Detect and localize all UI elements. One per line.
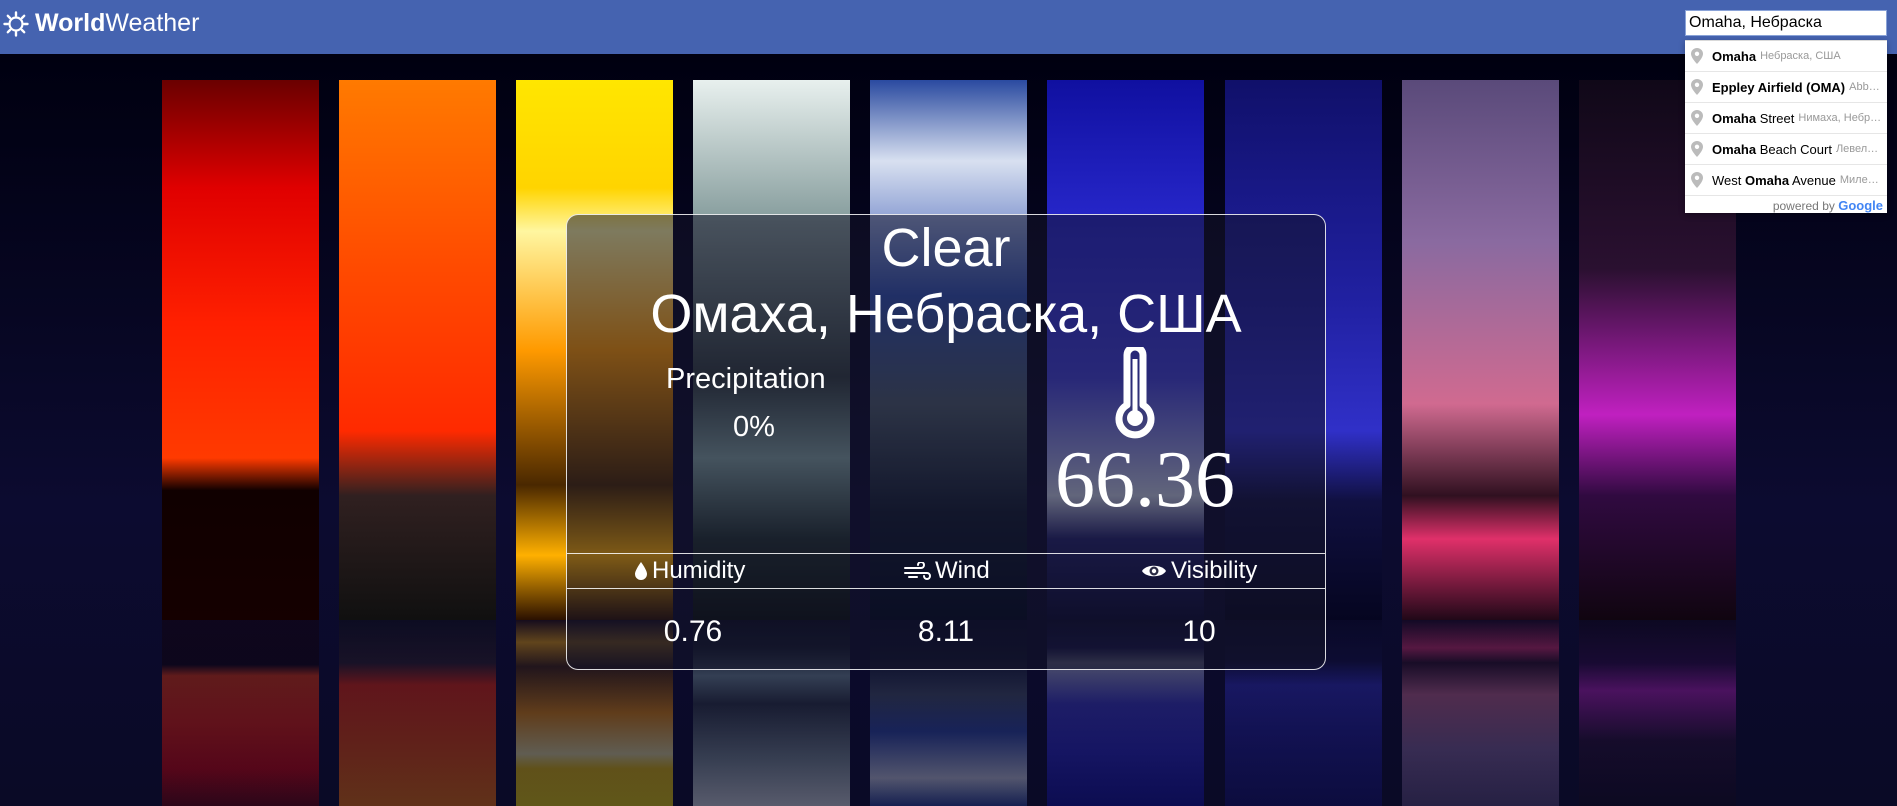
background-reflection	[1402, 620, 1559, 806]
background-reflection	[1579, 620, 1736, 806]
autocomplete-item[interactable]: Eppley Airfield (OMA) Abb…	[1685, 72, 1887, 103]
brand-name-bold: World	[35, 9, 106, 37]
item-secondary: Abb…	[1849, 81, 1880, 93]
item-main-prefix: West	[1712, 172, 1745, 188]
map-pin-icon	[1691, 110, 1703, 126]
wind-header: Wind	[903, 557, 990, 585]
humidity-label: Humidity	[652, 557, 746, 584]
background-reflection	[162, 620, 319, 806]
map-pin-icon	[1691, 79, 1703, 95]
navbar: World Weather	[0, 0, 1897, 54]
map-pin-icon	[1691, 172, 1703, 188]
map-pin-icon	[1691, 48, 1703, 64]
sun-icon	[3, 10, 29, 37]
item-main-rest: Street	[1756, 110, 1795, 126]
location-name: Омаха, Небраска, США	[650, 284, 1242, 344]
autocomplete-dropdown: Omaha Небраска, США Eppley Airfield (OMA…	[1685, 40, 1887, 213]
item-secondary: Миле…	[1839, 174, 1879, 186]
visibility-header: Visibility	[1141, 557, 1257, 585]
item-main-bold: Eppley Airfield (OMA)	[1712, 79, 1846, 95]
background-strip	[1402, 80, 1559, 620]
item-main-bold: Omaha	[1712, 48, 1757, 64]
autocomplete-item[interactable]: Omaha Небраска, США	[1685, 41, 1887, 72]
item-main-rest: Avenue	[1789, 172, 1836, 188]
item-secondary: Нимаха, Небр…	[1798, 112, 1882, 124]
metrics-header: Humidity Wind Visibility	[567, 553, 1325, 589]
autocomplete-item[interactable]: Omaha Beach Court Левел…	[1685, 134, 1887, 165]
temperature-value: 66.36	[1055, 436, 1235, 524]
item-main-bold: Omaha	[1712, 110, 1757, 126]
powered-by-google: powered by Google	[1685, 196, 1887, 216]
item-main-bold: Omaha	[1745, 172, 1790, 188]
humidity-header: Humidity	[634, 557, 745, 585]
powered-by-text: powered by	[1772, 199, 1835, 213]
precipitation-label: Precipitation	[666, 363, 826, 395]
item-secondary: Левел…	[1835, 143, 1879, 155]
google-logo: Google	[1838, 198, 1883, 213]
visibility-label: Visibility	[1171, 557, 1258, 584]
brand-logo[interactable]: World Weather	[3, 9, 199, 38]
autocomplete-item[interactable]: West Omaha Avenue Миле…	[1685, 165, 1887, 196]
precipitation-value: 0%	[733, 411, 775, 443]
item-main-bold: Omaha	[1712, 141, 1757, 157]
humidity-value: 0.76	[663, 615, 723, 648]
wind-icon	[904, 562, 931, 580]
autocomplete-item[interactable]: Omaha Street Нимаха, Небр…	[1685, 103, 1887, 134]
item-main-rest: Beach Court	[1756, 141, 1832, 157]
location-search-input[interactable]	[1685, 10, 1887, 36]
background-strip	[339, 80, 496, 620]
eye-icon	[1142, 565, 1166, 577]
visibility-value: 10	[1182, 615, 1216, 648]
background-strip	[162, 80, 319, 620]
item-secondary: Небраска, США	[1760, 50, 1841, 62]
weather-summary: Clear	[881, 218, 1011, 278]
droplet-icon	[635, 562, 647, 580]
weather-card: Clear Омаха, Небраска, США Precipitation…	[566, 214, 1326, 670]
wind-label: Wind	[935, 557, 990, 584]
background-reflection	[339, 620, 496, 806]
brand-name-regular: Weather	[105, 9, 200, 37]
thermometer-icon	[1115, 347, 1155, 439]
wind-value: 8.11	[917, 615, 975, 648]
map-pin-icon	[1691, 141, 1703, 157]
